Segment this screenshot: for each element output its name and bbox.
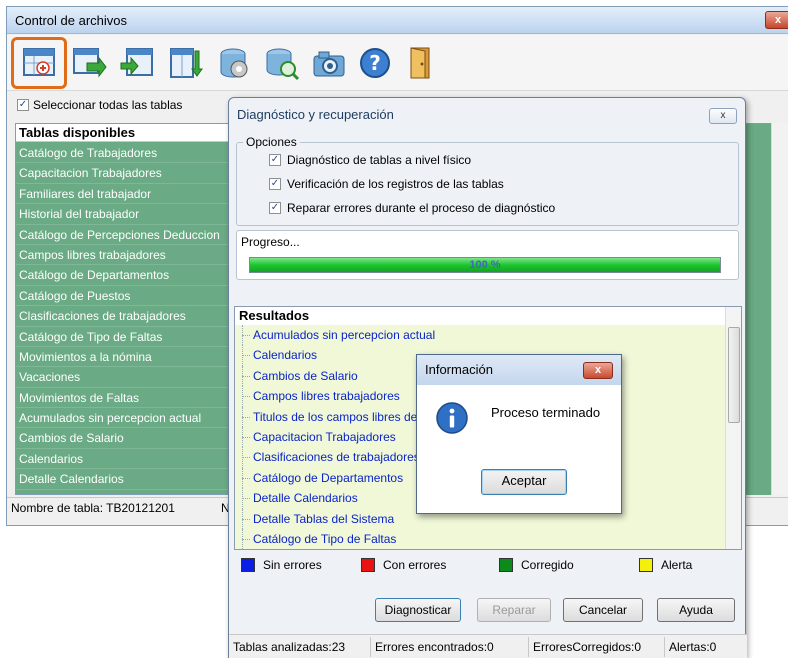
help-button[interactable]: Ayuda	[657, 598, 735, 622]
legend-corrected: Corregido	[499, 558, 574, 572]
option-label: Reparar errores durante el proceso de di…	[287, 201, 556, 215]
status-legend: Sin errores Con errores Corregido Alerta	[237, 556, 737, 578]
table-row[interactable]: Catálogo de Puestos	[16, 286, 234, 307]
option-checkbox[interactable]: ✓	[269, 178, 281, 190]
option-record-verification[interactable]: ✓ Verificación de los registros de las t…	[269, 177, 504, 191]
progress-text: 100 %	[469, 259, 501, 271]
options-legend: Opciones	[243, 135, 300, 149]
add-table-icon[interactable]	[17, 41, 61, 85]
result-row[interactable]: Catálogo de Tipo de Faltas	[235, 528, 725, 549]
legend-swatch	[499, 558, 513, 572]
progress-group: Progreso... 100 %	[236, 230, 739, 280]
main-titlebar: Control de archivos x	[7, 7, 788, 34]
table-row[interactable]: Catálogo de Trabajadores	[16, 143, 234, 164]
table-row[interactable]: Calendarios	[16, 449, 234, 470]
diagnose-button[interactable]: Diagnosticar	[375, 598, 461, 622]
results-header: Resultados	[235, 307, 725, 325]
status-tables-analyzed: Tablas analizadas:23	[229, 637, 371, 657]
table-row[interactable]: Cambios de Salario	[16, 428, 234, 449]
dialog-close-button[interactable]: x	[709, 108, 737, 124]
table-row[interactable]: Campos libres trabajadores	[16, 245, 234, 266]
cancel-button[interactable]: Cancelar	[563, 598, 643, 622]
table-row[interactable]: Familiares del trabajador	[16, 184, 234, 205]
exit-door-icon[interactable]	[399, 41, 443, 85]
table-row[interactable]: Capacitacion Trabajadores	[16, 163, 234, 184]
legend-no-errors: Sin errores	[241, 558, 322, 572]
table-row[interactable]: Catálogo de Tipo de Faltas	[16, 327, 234, 347]
database-repair-icon[interactable]	[211, 41, 255, 85]
export-table-icon[interactable]	[67, 41, 111, 85]
select-all-label: Seleccionar todas las tablas	[33, 98, 183, 112]
legend-with-errors: Con errores	[361, 558, 446, 572]
help-icon[interactable]: ?	[353, 41, 397, 85]
message-titlebar: Información x	[417, 355, 621, 385]
info-message-box: Información x Proceso terminado Aceptar	[416, 354, 622, 514]
import-table-icon[interactable]	[115, 41, 159, 85]
camera-icon[interactable]	[307, 41, 351, 85]
table-row[interactable]: Vacaciones	[16, 367, 234, 388]
legend-label: Con errores	[383, 558, 447, 572]
legend-swatch	[361, 558, 375, 572]
table-row[interactable]: Historial del trabajador	[16, 204, 234, 225]
table-row[interactable]: Acumulados sin percepcion actual	[16, 408, 234, 429]
option-label: Verificación de los registros de las tab…	[287, 177, 504, 191]
status-errors-found: Errores encontrados:0	[371, 637, 529, 657]
status-alerts: Alertas:0	[669, 640, 717, 654]
database-search-icon[interactable]	[259, 41, 303, 85]
message-close-button[interactable]: x	[583, 362, 613, 379]
toolbar: ?	[7, 35, 788, 91]
results-scrollbar[interactable]	[725, 307, 741, 549]
legend-swatch	[639, 558, 653, 572]
message-title: Información	[425, 362, 493, 377]
options-group: Opciones ✓ Diagnóstico de tablas a nivel…	[236, 135, 739, 226]
select-all-tables[interactable]: ✓ Seleccionar todas las tablas	[17, 96, 182, 114]
window-title: Control de archivos	[15, 13, 127, 28]
result-row[interactable]: Acumulados sin percepcion actual	[235, 325, 725, 346]
table-row[interactable]: Catálogo de Percepciones Deduccion	[16, 225, 234, 245]
table-row[interactable]: Detalle Calendarios	[16, 469, 234, 490]
option-checkbox[interactable]: ✓	[269, 202, 281, 214]
tables-rows: Catálogo de Trabajadores Capacitacion Tr…	[16, 143, 234, 490]
legend-label: Sin errores	[263, 558, 322, 572]
option-checkbox[interactable]: ✓	[269, 154, 281, 166]
sort-table-icon[interactable]	[163, 41, 207, 85]
tables-header: Tablas disponibles	[16, 124, 234, 142]
table-row[interactable]: Catálogo de Departamentos	[16, 265, 234, 286]
progress-bar: 100 %	[249, 257, 721, 273]
info-icon	[436, 402, 468, 434]
table-row[interactable]: Movimientos a la nómina	[16, 347, 234, 368]
repair-button[interactable]: Reparar	[477, 598, 551, 622]
legend-alert: Alerta	[639, 558, 692, 572]
available-tables-list[interactable]: Tablas disponibles Catálogo de Trabajado…	[15, 123, 235, 495]
option-physical-diagnosis[interactable]: ✓ Diagnóstico de tablas a nivel físico	[269, 153, 471, 167]
progress-label: Progreso...	[241, 235, 300, 249]
dialog-statusbar: Tablas analizadas:23 Errores encontrados…	[229, 634, 747, 658]
window-close-button[interactable]: x	[765, 11, 788, 29]
table-row[interactable]: Clasificaciones de trabajadores	[16, 306, 234, 327]
main-vertical-scrollbar[interactable]	[771, 123, 788, 495]
message-text: Proceso terminado	[491, 405, 601, 420]
legend-label: Corregido	[521, 558, 574, 572]
results-scroll-thumb[interactable]	[728, 327, 740, 423]
svg-text:?: ?	[369, 51, 381, 75]
table-row[interactable]: Movimientos de Faltas	[16, 388, 234, 409]
legend-label: Alerta	[661, 558, 693, 572]
ok-button[interactable]: Aceptar	[481, 469, 567, 495]
option-label: Diagnóstico de tablas a nivel físico	[287, 153, 472, 167]
select-all-checkbox[interactable]: ✓	[17, 99, 29, 111]
status-errors-fixed: ErroresCorregidos:0	[529, 637, 665, 657]
dialog-title: Diagnóstico y recuperación	[237, 107, 394, 122]
option-repair-errors[interactable]: ✓ Reparar errores durante el proceso de …	[269, 201, 555, 215]
legend-swatch	[241, 558, 255, 572]
status-table-name: Nombre de tabla: TB20121201	[11, 501, 175, 515]
